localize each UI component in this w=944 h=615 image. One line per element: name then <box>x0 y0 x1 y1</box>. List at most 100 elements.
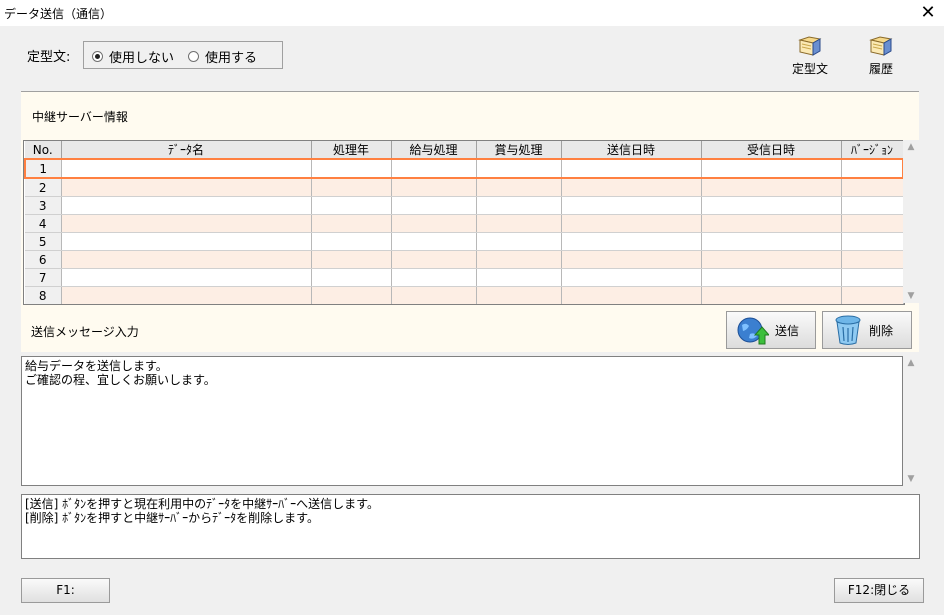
col-header-data-name[interactable]: ﾃﾞｰﾀ名 <box>61 141 312 160</box>
cell[interactable] <box>476 178 562 197</box>
cell[interactable] <box>391 250 477 269</box>
relay-grid[interactable]: No. ﾃﾞｰﾀ名 処理年 給与処理 賞与処理 送信日時 受信日時 ﾊﾞｰｼﾞｮ… <box>23 140 905 305</box>
cell[interactable] <box>61 250 312 269</box>
cell[interactable] <box>476 268 562 287</box>
template-radio-group: 使用しない 使用する <box>83 41 283 69</box>
table-row[interactable]: 2 <box>25 178 904 197</box>
radio-use[interactable]: 使用する <box>188 47 257 66</box>
delete-button[interactable]: 削除 <box>822 311 912 349</box>
send-button[interactable]: 送信 <box>726 311 816 349</box>
cell[interactable] <box>561 178 702 197</box>
cell[interactable] <box>841 214 904 233</box>
cell[interactable] <box>476 286 562 304</box>
template-text-button-label: 定型文 <box>791 62 828 76</box>
cell[interactable] <box>561 250 702 269</box>
cell[interactable] <box>476 232 562 251</box>
cell[interactable] <box>311 214 392 233</box>
cell[interactable] <box>391 214 477 233</box>
cell[interactable] <box>61 232 312 251</box>
cell[interactable] <box>311 178 392 197</box>
cell[interactable] <box>61 178 312 197</box>
grid-scrollbar[interactable]: ▲ ▼ <box>903 140 919 303</box>
cell[interactable] <box>391 268 477 287</box>
cell[interactable] <box>701 286 842 304</box>
col-header-salary[interactable]: 給与処理 <box>391 141 477 160</box>
cell[interactable] <box>841 268 904 287</box>
table-row[interactable]: 6 <box>25 250 904 269</box>
cell[interactable] <box>701 158 842 179</box>
cell[interactable] <box>476 214 562 233</box>
cell[interactable] <box>841 178 904 197</box>
send-button-label: 送信 <box>775 323 800 338</box>
cell[interactable] <box>701 268 842 287</box>
table-row[interactable]: 1 <box>24 158 904 179</box>
row-number: 6 <box>25 250 62 269</box>
cell[interactable] <box>476 158 562 179</box>
cell[interactable] <box>391 158 477 179</box>
cell[interactable] <box>476 196 562 215</box>
cell[interactable] <box>311 196 392 215</box>
cell[interactable] <box>701 250 842 269</box>
radio-use-label: 使用する <box>205 51 258 66</box>
template-text-button[interactable]: 定型文 <box>780 34 840 80</box>
cell[interactable] <box>311 268 392 287</box>
f12-close-button[interactable]: F12:閉じる <box>834 578 924 603</box>
close-icon[interactable]: ✕ <box>918 2 938 24</box>
cell[interactable] <box>391 232 477 251</box>
scroll-down-icon[interactable]: ▼ <box>903 472 919 486</box>
history-button[interactable]: 履歴 <box>851 34 911 80</box>
cell[interactable] <box>311 250 392 269</box>
radio-not-use-label: 使用しない <box>109 51 175 66</box>
cell[interactable] <box>61 196 312 215</box>
trash-icon <box>835 315 861 345</box>
cell[interactable] <box>561 268 702 287</box>
cell[interactable] <box>561 214 702 233</box>
window-title: データ送信（通信） <box>4 7 113 21</box>
message-textarea[interactable]: 給与データを送信します。 ご確認の程、宜しくお願いします。 <box>21 356 903 486</box>
cell[interactable] <box>701 232 842 251</box>
cell[interactable] <box>311 286 392 304</box>
cell[interactable] <box>841 158 904 179</box>
col-header-sent-at[interactable]: 送信日時 <box>561 141 702 160</box>
cell[interactable] <box>61 268 312 287</box>
cell[interactable] <box>476 250 562 269</box>
cell[interactable] <box>841 196 904 215</box>
col-header-bonus[interactable]: 賞与処理 <box>476 141 562 160</box>
row-number: 1 <box>24 158 62 179</box>
cell[interactable] <box>841 286 904 304</box>
cell[interactable] <box>701 196 842 215</box>
cell[interactable] <box>311 158 392 179</box>
cell[interactable] <box>311 232 392 251</box>
cell[interactable] <box>61 158 312 179</box>
table-row[interactable]: 7 <box>25 268 904 287</box>
col-header-year[interactable]: 処理年 <box>311 141 392 160</box>
col-header-version[interactable]: ﾊﾞｰｼﾞｮﾝ <box>841 141 904 160</box>
table-row[interactable]: 5 <box>25 232 904 251</box>
scroll-up-icon[interactable]: ▲ <box>903 356 919 370</box>
cell[interactable] <box>61 214 312 233</box>
row-number: 7 <box>25 268 62 287</box>
cell[interactable] <box>391 178 477 197</box>
cell[interactable] <box>841 232 904 251</box>
f1-button[interactable]: F1: <box>21 578 110 603</box>
col-header-no[interactable]: No. <box>25 141 62 160</box>
cell[interactable] <box>561 196 702 215</box>
cell[interactable] <box>561 232 702 251</box>
cell[interactable] <box>61 286 312 304</box>
cell[interactable] <box>701 178 842 197</box>
cell[interactable] <box>561 286 702 304</box>
cell[interactable] <box>391 286 477 304</box>
cell[interactable] <box>841 250 904 269</box>
scroll-up-icon[interactable]: ▲ <box>903 140 919 154</box>
scroll-down-icon[interactable]: ▼ <box>903 289 919 303</box>
message-section-label: 送信メッセージ入力 <box>31 325 139 339</box>
table-row[interactable]: 4 <box>25 214 904 233</box>
cell[interactable] <box>391 196 477 215</box>
col-header-received-at[interactable]: 受信日時 <box>701 141 842 160</box>
table-row[interactable]: 8 <box>25 286 904 304</box>
cell[interactable] <box>561 158 702 179</box>
table-row[interactable]: 3 <box>25 196 904 215</box>
cell[interactable] <box>701 214 842 233</box>
radio-not-use[interactable]: 使用しない <box>92 47 174 66</box>
message-scrollbar[interactable]: ▲ ▼ <box>903 356 919 486</box>
